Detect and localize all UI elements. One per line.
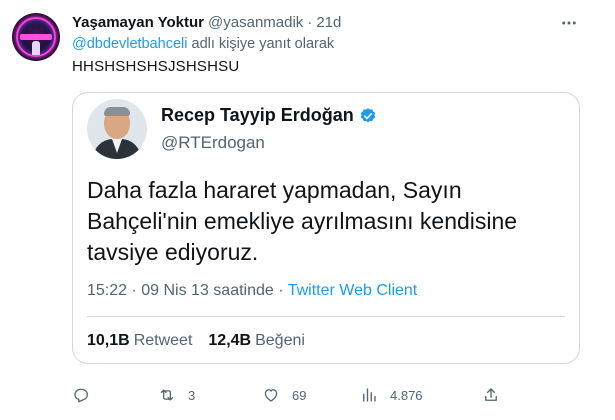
author-name[interactable]: Yaşamayan Yoktur [72, 14, 204, 31]
quoted-retweets-label: Retweet [133, 332, 193, 349]
quoted-tweet[interactable]: Recep Tayyip Erdoğan @RTErdogan Daha faz… [72, 92, 580, 364]
share-icon [485, 388, 497, 401]
like-count: 69 [292, 387, 307, 403]
views-count: 4.876 [390, 387, 423, 403]
quoted-author-handle[interactable]: @RTErdogan [161, 133, 265, 153]
avatar[interactable] [12, 13, 60, 61]
avatar-hair [104, 107, 130, 116]
tweet-time[interactable]: 21d [316, 14, 341, 31]
quoted-avatar[interactable] [87, 99, 147, 159]
quoted-likes-value: 12,4B [208, 332, 252, 349]
quoted-retweets[interactable]: 10,1B Retweet [87, 332, 192, 350]
like-button[interactable]: 69 [262, 384, 306, 406]
quoted-text: Daha fazla hararet yapmadan, Sayın Bahçe… [87, 177, 518, 265]
share-button[interactable] [482, 384, 500, 406]
retweet-button[interactable]: 3 [158, 384, 195, 406]
avatar-figure [32, 41, 40, 55]
tweet-header: Yaşamayan Yoktur @yasanmadik · 21d [72, 12, 341, 32]
reply-icon [74, 388, 89, 403]
quoted-client-link[interactable]: Twitter Web Client [288, 282, 418, 299]
replying-to: @dbdevletbahceli adlı kişiye yanıt olara… [72, 36, 334, 52]
verified-badge-icon [359, 107, 377, 125]
tweet[interactable]: Yaşamayan Yoktur @yasanmadik · 21d @dbde… [0, 0, 615, 420]
avatar-banner [20, 34, 52, 40]
quoted-datetime[interactable]: 15:22 · 09 Nis 13 saatinde · [87, 282, 284, 299]
quoted-stats: 10,1B Retweet 12,4B Beğeni [87, 332, 305, 350]
reply-suffix: adlı kişiye yanıt olarak [187, 36, 335, 52]
like-icon [264, 389, 278, 402]
quoted-divider [87, 316, 565, 317]
reply-mention-link[interactable]: @dbdevletbahceli [72, 36, 188, 52]
reply-button[interactable] [72, 384, 102, 406]
more-icon-glyph [562, 21, 576, 25]
tweet-text: HHSHSHSHSJSHSHSU [72, 58, 240, 75]
quoted-author-row: Recep Tayyip Erdoğan [161, 105, 377, 126]
quoted-retweets-value: 10,1B [87, 332, 130, 349]
action-bar: 3 69 4.876 [72, 384, 592, 406]
quoted-meta: 15:22 · 09 Nis 13 saatinde · Twitter Web… [87, 282, 417, 300]
more-icon[interactable] [558, 12, 580, 34]
quoted-likes[interactable]: 12,4B Beğeni [208, 332, 305, 350]
quoted-author-name[interactable]: Recep Tayyip Erdoğan [161, 105, 354, 126]
quoted-likes-label: Beğeni [255, 332, 305, 349]
views-icon [363, 388, 376, 402]
views-button[interactable]: 4.876 [360, 384, 423, 406]
retweet-icon [160, 389, 174, 401]
author-handle[interactable]: @yasanmadik [208, 14, 303, 31]
separator-dot: · [307, 13, 313, 31]
retweet-count: 3 [188, 387, 196, 403]
